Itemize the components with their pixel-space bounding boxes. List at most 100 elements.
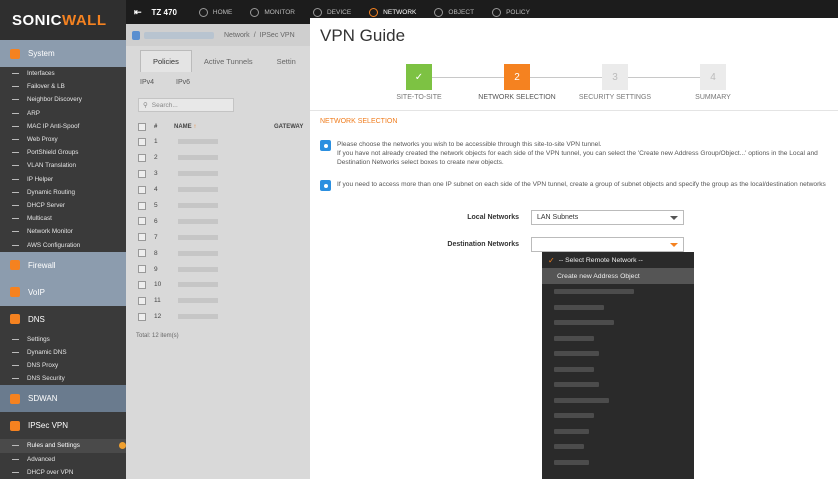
table-row[interactable]: 1 — [126, 134, 310, 150]
dropdown-option-redacted[interactable] — [542, 408, 694, 424]
row-checkbox[interactable] — [138, 137, 146, 146]
dropdown-option-redacted[interactable] — [542, 346, 694, 362]
destination-networks-select[interactable] — [531, 237, 684, 252]
dropdown-option-redacted[interactable] — [542, 377, 694, 393]
row-checkbox[interactable] — [138, 217, 146, 226]
sidebar-item-dns-security[interactable]: DNS Security — [0, 372, 126, 385]
table-row[interactable]: 8 — [126, 245, 310, 261]
tab-monitor[interactable]: MONITOR — [250, 7, 295, 17]
sidebar-item-portshield-groups[interactable]: PortShield Groups — [0, 146, 126, 159]
search-input[interactable]: ⚲ Search... — [138, 98, 234, 112]
row-checkbox[interactable] — [138, 296, 146, 305]
dropdown-option-create-address-object[interactable]: Create new Address Object — [542, 268, 694, 284]
tab-home[interactable]: HOME — [198, 7, 232, 17]
sidebar-item-advanced[interactable]: Advanced — [0, 453, 126, 466]
col-number: # — [154, 124, 158, 130]
breadcrumb-network[interactable]: Network — [224, 32, 250, 39]
sidebar-item-aws-configuration[interactable]: AWS Configuration — [0, 238, 126, 251]
table-row[interactable]: 9 — [126, 261, 310, 277]
sidebar-item-label: DNS Security — [27, 375, 65, 383]
sidebar-section-dns[interactable]: DNS — [0, 305, 126, 333]
dropdown-option-redacted[interactable] — [542, 284, 694, 300]
local-networks-select[interactable]: LAN Subnets — [531, 210, 684, 225]
dropdown-option-redacted[interactable] — [542, 362, 694, 378]
dropdown-option-redacted[interactable] — [542, 393, 694, 409]
shield-icon — [132, 30, 140, 40]
sidebar-item-dhcp-server[interactable]: DHCP Server — [0, 199, 126, 212]
row-checkbox[interactable] — [138, 233, 146, 242]
row-name-blurred — [178, 155, 218, 161]
dropdown-option-select-remote[interactable]: ✓ -- Select Remote Network -- — [542, 252, 694, 268]
dropdown-option-redacted[interactable] — [542, 300, 694, 316]
policies-table: # NAME ↑ GATEWAY 1 2 3 4 5 6 7 8 9 10 11 12 — [126, 120, 310, 325]
row-checkbox[interactable] — [138, 153, 146, 162]
breadcrumb-ipsec[interactable]: IPSec VPN — [260, 32, 295, 39]
sidebar-item-network-monitor[interactable]: Network Monitor — [0, 225, 126, 238]
info-icon — [320, 140, 331, 151]
table-row[interactable]: 2 — [126, 150, 310, 166]
sidebar-item-multicast[interactable]: Multicast — [0, 212, 126, 225]
dropdown-option-redacted[interactable] — [542, 315, 694, 331]
dropdown-option-redacted[interactable] — [542, 439, 694, 455]
tab-policy[interactable]: POLICY — [492, 7, 530, 17]
select-all-checkbox[interactable] — [138, 123, 146, 131]
sidebar-section-firewall[interactable]: Firewall — [0, 251, 126, 279]
sidebar-item-neighbor-discovery[interactable]: Neighbor Discovery — [0, 93, 126, 106]
sidebar-item-web-proxy[interactable]: Web Proxy — [0, 133, 126, 146]
row-checkbox[interactable] — [138, 249, 146, 258]
row-checkbox[interactable] — [138, 185, 146, 194]
table-row[interactable]: 7 — [126, 229, 310, 245]
dropdown-option-redacted[interactable] — [542, 455, 694, 471]
table-row[interactable]: 11 — [126, 293, 310, 309]
sidebar-item-dns-proxy[interactable]: DNS Proxy — [0, 359, 126, 372]
sidebar-section-voip[interactable]: VoIP — [0, 278, 126, 306]
sidebar-section-ipsec[interactable]: IPSec VPN — [0, 412, 126, 440]
wizard-step-3[interactable]: 3 — [602, 64, 628, 90]
table-row[interactable]: 10 — [126, 277, 310, 293]
tab-device[interactable]: DEVICE — [312, 7, 351, 17]
tab-active-tunnels[interactable]: Active Tunnels — [192, 51, 265, 72]
tab-ipv6[interactable]: IPv6 — [176, 79, 190, 86]
table-row[interactable]: 5 — [126, 198, 310, 214]
table-row[interactable]: 3 — [126, 166, 310, 182]
sidebar-item-dynamic-dns[interactable]: Dynamic DNS — [0, 346, 126, 359]
sonicwall-logo[interactable]: SONICWALL — [12, 12, 107, 29]
table-row[interactable]: 4 — [126, 182, 310, 198]
col-name[interactable]: NAME ↑ — [174, 124, 274, 130]
collapse-arrow-icon[interactable]: ⇤ — [134, 7, 142, 18]
wizard-step-2[interactable]: 2 — [504, 64, 530, 90]
row-name-blurred — [178, 282, 218, 288]
device-selector[interactable]: ⇤ TZ 470 — [134, 7, 177, 18]
row-checkbox[interactable] — [138, 312, 146, 321]
tab-object[interactable]: OBJECT — [434, 7, 474, 17]
sidebar-item-label: Network Monitor — [27, 228, 73, 236]
sidebar-item-vlan-translation[interactable]: VLAN Translation — [0, 159, 126, 172]
sidebar-section-system[interactable]: System — [0, 40, 126, 67]
dash-icon — [12, 73, 19, 75]
dropdown-option-redacted[interactable] — [542, 424, 694, 440]
dropdown-option-redacted[interactable] — [542, 331, 694, 347]
table-row[interactable]: 12 — [126, 309, 310, 325]
sidebar-item-dhcp-over-vpn[interactable]: DHCP over VPN — [0, 466, 126, 479]
table-row[interactable]: 6 — [126, 213, 310, 229]
sidebar-item-rules-and-settings[interactable]: Rules and Settings — [0, 439, 126, 453]
tab-policies[interactable]: Policies — [140, 50, 192, 72]
sidebar-section-sdwan[interactable]: SDWAN — [0, 385, 126, 413]
wizard-step-4[interactable]: 4 — [700, 64, 726, 90]
tab-network[interactable]: NETWORK — [369, 7, 416, 17]
sidebar-item-failover-lb[interactable]: Failover & LB — [0, 80, 126, 93]
row-checkbox[interactable] — [138, 265, 146, 274]
sidebar-item-ip-helper[interactable]: IP Helper — [0, 173, 126, 186]
wizard-step-1[interactable]: ✓ — [406, 64, 432, 90]
tab-ipv4[interactable]: IPv4 — [140, 79, 154, 86]
sidebar-item-dynamic-routing[interactable]: Dynamic Routing — [0, 186, 126, 199]
row-checkbox[interactable] — [138, 280, 146, 289]
sidebar-item-interfaces[interactable]: Interfaces — [0, 67, 126, 80]
sidebar-item-arp[interactable]: ARP — [0, 107, 126, 120]
row-checkbox[interactable] — [138, 169, 146, 178]
tab-settings[interactable]: Settin — [265, 51, 308, 72]
row-checkbox[interactable] — [138, 201, 146, 210]
sidebar-item-settings[interactable]: Settings — [0, 333, 126, 346]
local-networks-label: Local Networks — [467, 214, 519, 221]
sidebar-item-mac-ip-anti-spoof[interactable]: MAC IP Anti-Spoof — [0, 120, 126, 133]
